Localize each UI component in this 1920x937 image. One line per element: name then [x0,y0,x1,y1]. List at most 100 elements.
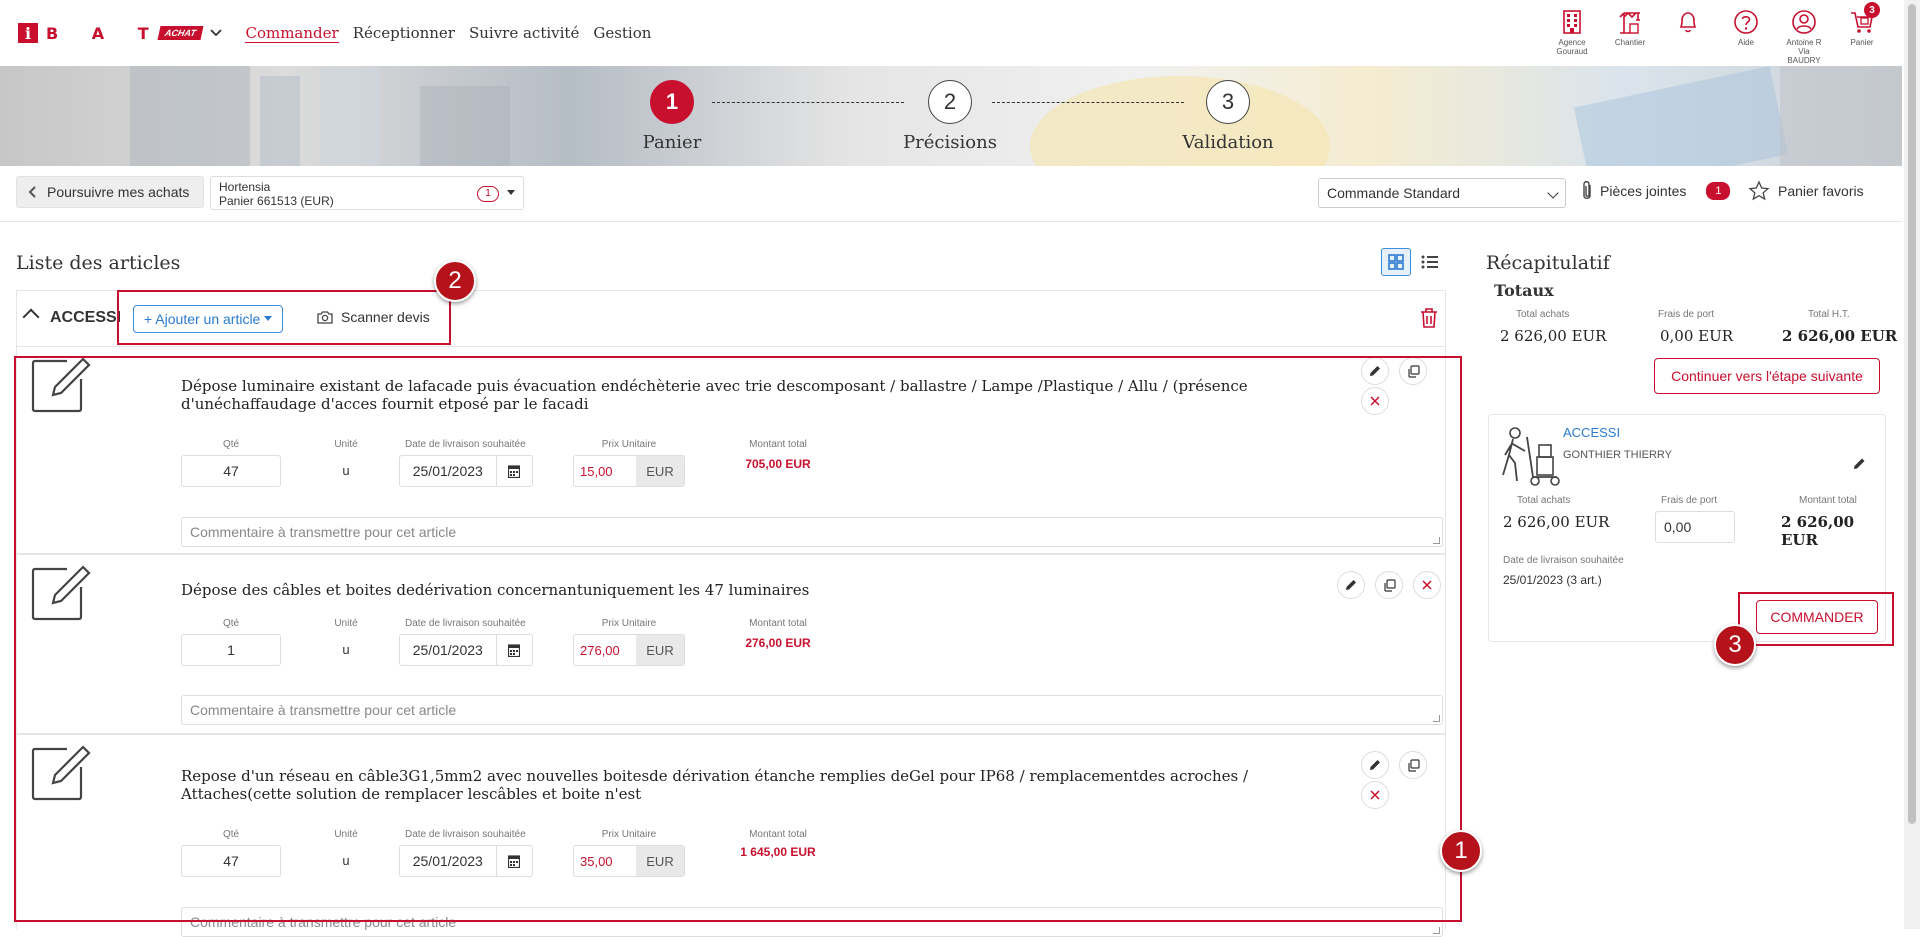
shipping-value: 0,00 EUR [1660,327,1734,345]
delivery-person-icon [1502,427,1560,486]
step-precisions[interactable]: 2 Précisions [890,80,1010,153]
cart-badge: 3 [1864,2,1880,18]
total-ht-value: 2 626,00 EUR [1782,327,1898,345]
help-button[interactable]: Aide [1726,8,1766,65]
supplier-shipping-label: Frais de port [1661,495,1718,506]
annotation-number-1: 1 [1440,830,1482,872]
trash-icon[interactable] [1419,307,1439,329]
supplier-contact: GONTHIER THIERRY [1563,449,1672,461]
annotation-box-2 [117,290,451,345]
cart-selector[interactable]: Hortensia Panier 661513 (EUR) 1 [210,176,524,210]
chevron-down-icon[interactable] [209,26,223,40]
chevron-up-icon[interactable] [22,308,40,326]
annotation-box-3 [1738,592,1894,646]
step-connector-1 [712,102,904,103]
pencil-icon [1853,458,1864,469]
steps-banner: 1 Panier 2 Précisions 3 Validation [0,66,1902,166]
list-title: Liste des articles [16,252,181,274]
chevron-down-icon [1547,187,1559,199]
star-icon [1748,180,1770,201]
annotation-box-1 [14,356,1462,922]
grid-icon [1388,254,1404,270]
continue-shopping-label: Poursuivre mes achats [47,184,190,200]
cart-label: Panier [1850,38,1874,47]
help-icon [1734,10,1758,34]
step-label: Validation [1182,132,1274,153]
user-icon [1792,10,1816,34]
supplier-amount-value: 2 626,00 EUR [1781,513,1855,549]
attachments-button[interactable]: Pièces jointes 1 [1580,180,1731,202]
favorites-button[interactable]: Panier favoris [1748,180,1864,202]
supplier-amount-label: Montant total [1799,495,1857,506]
shipping-label: Frais de port [1658,309,1715,320]
group-name: ACCESSI [50,309,122,326]
nav-commander[interactable]: Commander [245,24,339,43]
paperclip-icon [1583,181,1591,199]
user-button[interactable]: Antoine R Via BAUDRY [1784,8,1824,65]
step-panier[interactable]: 1 Panier [612,80,732,153]
chevron-left-icon [28,186,36,198]
user-label: Antoine R Via BAUDRY [1786,38,1822,65]
annotation-number-2: 2 [434,260,476,302]
supplier-date-value: 25/01/2023 (3 art.) [1503,573,1602,587]
agence-label: Agence Gouraud [1556,38,1588,56]
logo-tag: ACHAT [157,26,203,40]
total-ht-label: Total H.T. [1808,309,1850,320]
edit-supplier-button[interactable] [1845,449,1873,477]
attachments-label: Pièces jointes [1600,183,1687,199]
nav-receptionner[interactable]: Réceptionner [353,24,455,43]
step-number: 2 [928,80,972,124]
agence-button[interactable]: Agence Gouraud [1552,8,1592,65]
step-number: 3 [1206,80,1250,124]
top-bar: i B A T ACHAT Commander Réceptionner Sui… [0,0,1902,66]
grid-view-button[interactable] [1381,248,1411,276]
cart-toolbar: Poursuivre mes achats Hortensia Panier 6… [0,166,1902,222]
main-nav: Commander Réceptionner Suivre activité G… [245,24,651,43]
cart-button[interactable]: 3 Panier [1842,2,1882,65]
logo[interactable]: i B A T ACHAT [18,23,223,43]
recap-title: Récapitulatif [1486,252,1610,274]
total-purchases-value: 2 626,00 EUR [1500,327,1607,345]
view-toggle [1381,248,1445,276]
step-number: 1 [650,80,694,124]
nav-suivre-activite[interactable]: Suivre activité [469,24,579,43]
bell-icon [1679,12,1697,33]
caret-down-icon [507,190,515,195]
supplier-purchases-label: Total achats [1517,495,1571,506]
crane-icon [1619,11,1640,34]
logo-letters: B A T [46,23,163,43]
top-icons: Agence Gouraud Chantier Aide Antoine R V… [1552,2,1882,65]
cart-sub: Panier 661513 (EUR) [219,194,334,208]
annotation-number-3: 3 [1714,624,1756,666]
list-view-button[interactable] [1415,248,1445,276]
next-step-button[interactable]: Continuer vers l'étape suivante [1654,358,1880,394]
totals-heading: Totaux [1494,281,1554,300]
logo-i: i [18,23,38,43]
page-scrollbar[interactable] [1904,0,1920,929]
favorites-label: Panier favoris [1778,183,1864,199]
supplier-date-label: Date de livraison souhaitée [1503,555,1624,566]
supplier-shipping-input[interactable]: 0,00 [1655,511,1735,543]
list-icon [1421,255,1438,269]
order-type-value: Commande Standard [1327,185,1461,201]
scrollbar-thumb[interactable] [1908,4,1916,824]
step-label: Précisions [903,132,997,153]
cart-count-badge: 1 [477,186,499,202]
nav-gestion[interactable]: Gestion [593,24,651,43]
step-label: Panier [642,132,702,153]
continue-shopping-button[interactable]: Poursuivre mes achats [16,176,205,208]
step-connector-2 [992,102,1184,103]
supplier-name[interactable]: ACCESSI [1563,425,1620,440]
order-type-select[interactable]: Commande Standard [1318,178,1566,208]
notifications-button[interactable] [1668,8,1708,65]
stepper: 1 Panier 2 Précisions 3 Validation [0,66,1902,166]
step-validation[interactable]: 3 Validation [1168,80,1288,153]
cart-name: Hortensia [219,180,271,194]
chantier-label: Chantier [1614,38,1646,47]
help-label: Aide [1737,38,1754,47]
agence-icon [1563,10,1581,34]
total-purchases-label: Total achats [1516,309,1570,320]
attachments-count: 1 [1706,182,1731,200]
supplier-purchases-value: 2 626,00 EUR [1503,513,1610,531]
chantier-button[interactable]: Chantier [1610,8,1650,65]
